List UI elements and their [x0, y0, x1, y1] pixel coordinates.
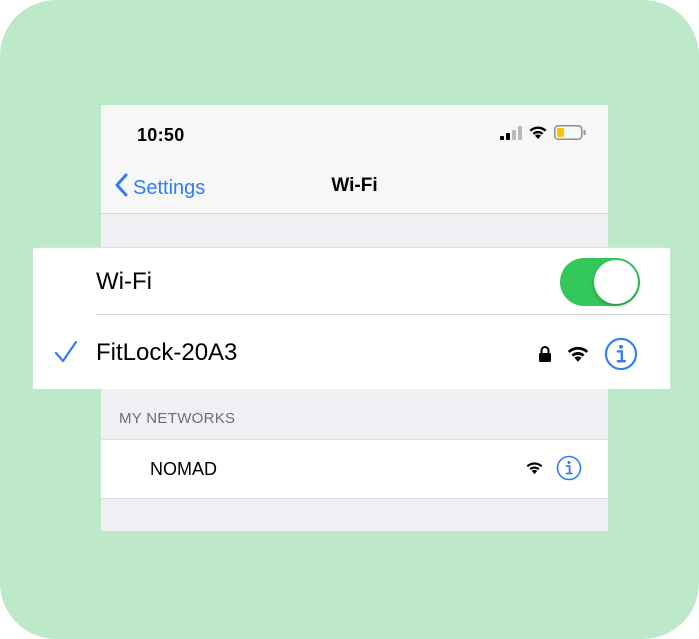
connected-network-icons — [538, 337, 638, 376]
connected-network-name: FitLock-20A3 — [96, 339, 238, 366]
cellular-signal-icon — [500, 125, 522, 145]
status-bar: 10:50 — [101, 105, 608, 163]
wifi-toggle-label: Wi-Fi — [96, 268, 152, 295]
battery-low-icon — [554, 125, 586, 145]
wifi-toggle-row: Wi-Fi — [33, 248, 670, 314]
toggle-knob — [594, 260, 638, 304]
section-header-my-networks: MY NETWORKS — [119, 410, 236, 427]
navigation-bar: Settings Wi-Fi — [101, 163, 608, 214]
wifi-icon — [528, 125, 548, 145]
wifi-toggle-switch[interactable] — [560, 258, 640, 306]
network-row-nomad[interactable]: NOMAD — [101, 439, 608, 499]
page-title: Wi-Fi — [331, 175, 378, 196]
info-icon[interactable] — [604, 337, 638, 376]
status-time: 10:50 — [137, 125, 185, 145]
checkmark-icon — [53, 339, 79, 370]
lock-icon — [538, 345, 552, 368]
wifi-settings-card: Wi-Fi FitLock-20A3 — [33, 247, 670, 389]
network-name: NOMAD — [150, 459, 217, 479]
wifi-icon — [525, 461, 544, 480]
wifi-icon — [566, 345, 590, 368]
info-icon[interactable] — [556, 455, 582, 486]
status-icons — [500, 125, 586, 145]
connected-network-row[interactable]: FitLock-20A3 — [33, 315, 670, 389]
network-row-icons — [525, 455, 582, 486]
